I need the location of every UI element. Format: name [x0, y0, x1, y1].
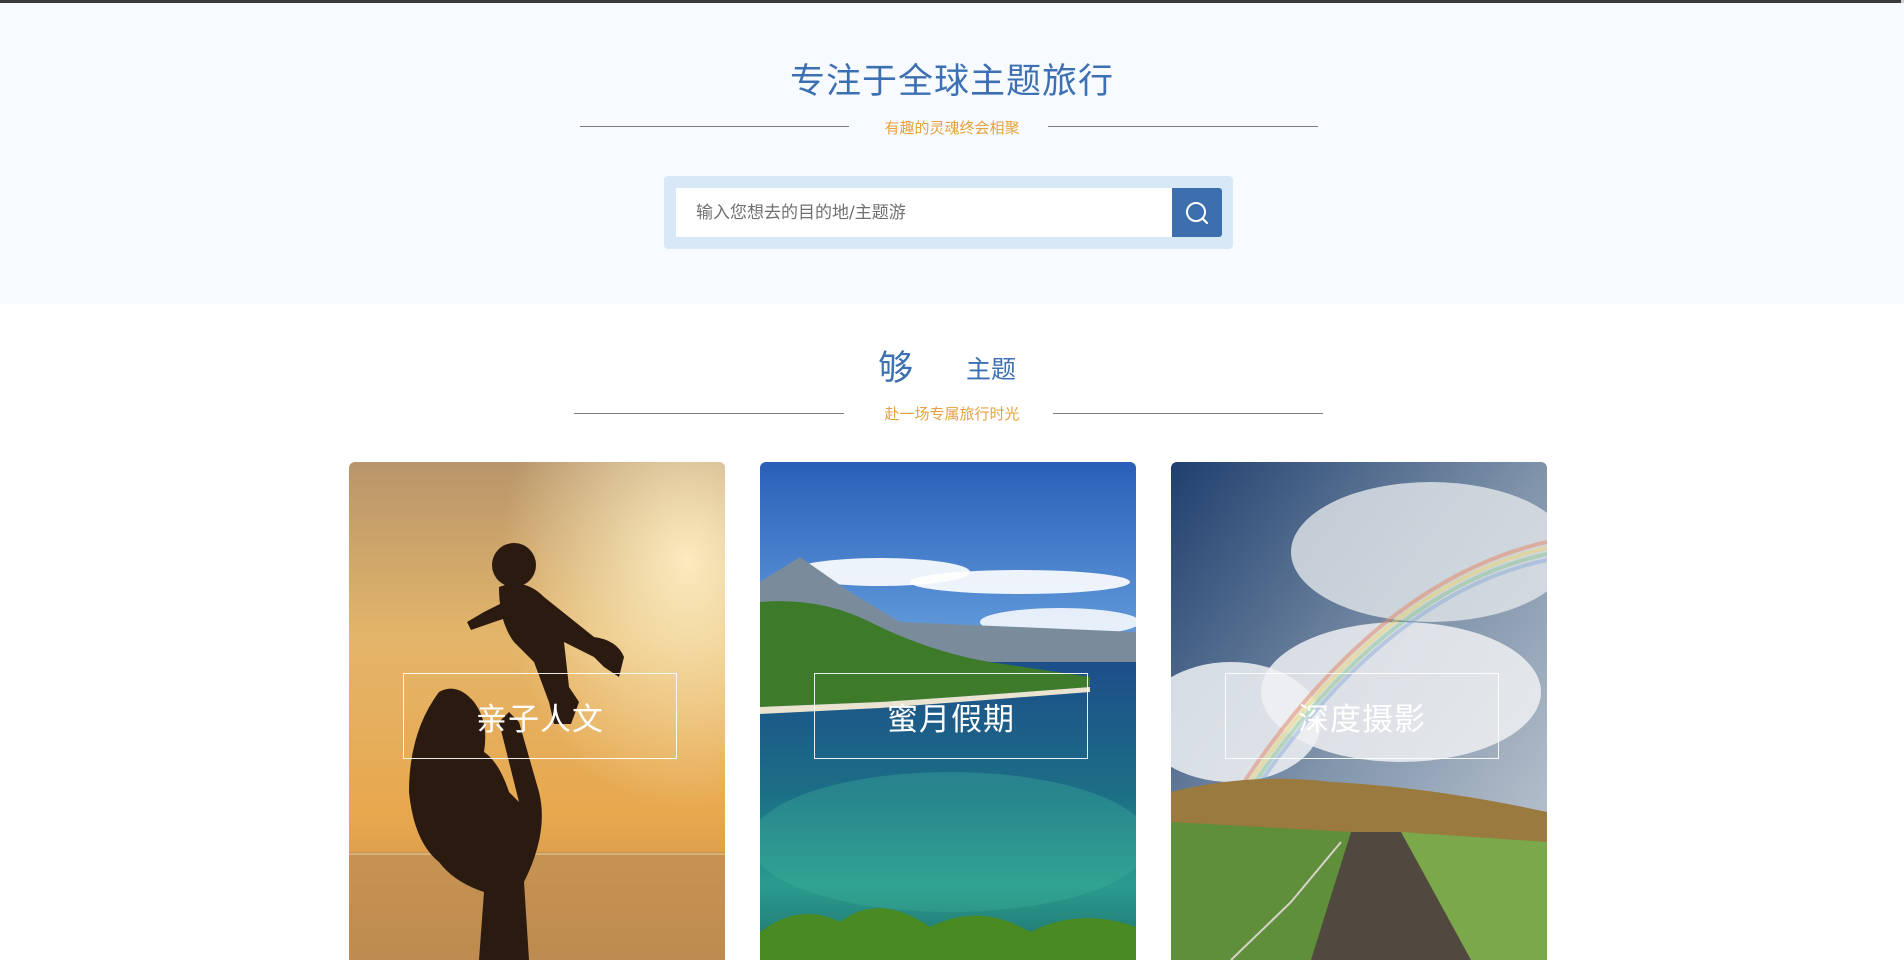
themes-subtitle: 赴一场专属旅行时光: [884, 405, 1020, 423]
themes-heading-small: 主题: [966, 355, 1017, 384]
hero-subtitle: 有趣的灵魂终会相聚: [884, 119, 1020, 137]
search-icon: [1186, 202, 1209, 225]
search-input[interactable]: [676, 188, 1172, 237]
hero-section: 专注于全球主题旅行 有趣的灵魂终会相聚: [0, 3, 1904, 304]
theme-card-family[interactable]: 亲子人文: [349, 462, 725, 960]
themes-heading: 够 主题: [0, 340, 1904, 390]
card-label-frame: 深度摄影: [1225, 673, 1499, 759]
theme-card-photography[interactable]: 深度摄影: [1171, 462, 1547, 960]
themes-heading-big: 够: [878, 349, 914, 389]
hero-title: 专注于全球主题旅行: [789, 62, 1114, 102]
theme-card-honeymoon[interactable]: 蜜月假期: [760, 462, 1136, 960]
card-label: 亲子人文: [476, 701, 604, 738]
card-label: 蜜月假期: [887, 701, 1015, 738]
card-label-frame: 蜜月假期: [814, 673, 1088, 759]
card-label: 深度摄影: [1298, 701, 1426, 738]
search-box: [664, 176, 1233, 249]
card-label-frame: 亲子人文: [403, 673, 677, 759]
search-button[interactable]: [1172, 188, 1222, 237]
